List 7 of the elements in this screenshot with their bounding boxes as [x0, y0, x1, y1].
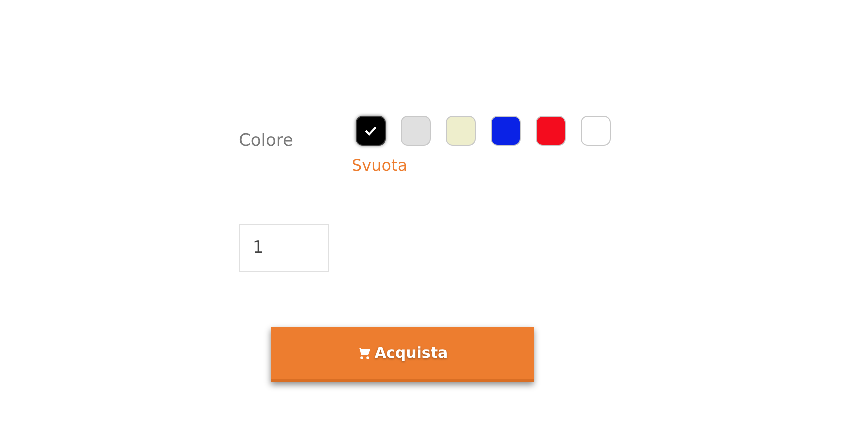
color-swatch[interactable]	[356, 116, 386, 146]
quantity-field[interactable]: 1	[239, 224, 329, 272]
buy-button[interactable]: Acquista	[271, 327, 534, 382]
field-label: Colore	[239, 133, 294, 150]
clear-link[interactable]: Svuota	[352, 158, 408, 174]
check-icon	[365, 126, 377, 136]
cart-icon	[356, 346, 371, 360]
